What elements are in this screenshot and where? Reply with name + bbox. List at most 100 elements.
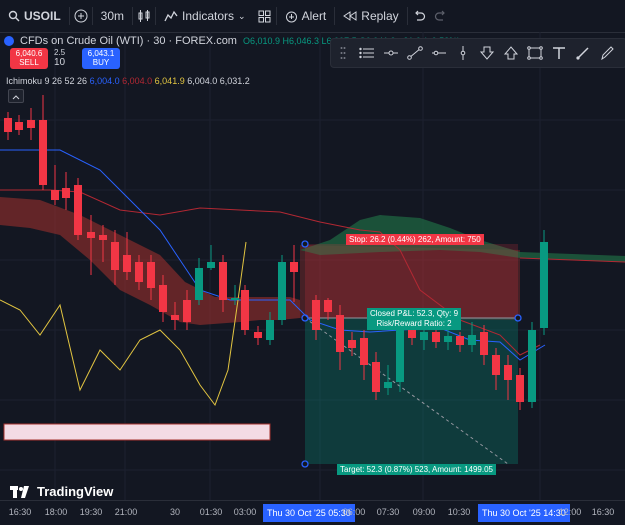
candle-body [432, 332, 440, 342]
grid-icon [258, 10, 271, 22]
alarm-clock-icon [285, 11, 297, 22]
replay-label: Replay [361, 9, 399, 23]
symbol-description: CFDs on Crude Oil (WTI) · 30 · FOREX.com [20, 35, 237, 47]
candle-body [123, 255, 131, 272]
templates-button[interactable] [254, 5, 276, 27]
trend-line-tool[interactable] [403, 40, 427, 66]
buy-price: 6,043.1 [87, 49, 115, 58]
interval-button[interactable]: 30m [93, 0, 132, 32]
candle-body [39, 120, 47, 185]
ichimoku-value: 6,031.2 [219, 76, 250, 86]
candle-body [99, 235, 107, 240]
indicators-label: Indicators [182, 9, 235, 23]
alert-button[interactable]: Alert [277, 0, 335, 32]
candle-body [456, 336, 464, 345]
redo-icon [434, 10, 445, 21]
collapse-legend-button[interactable] [8, 89, 24, 103]
alert-label: Alert [301, 9, 327, 23]
rectangle-tool[interactable] [523, 40, 547, 66]
candle-body [384, 382, 392, 388]
spread-info: 2.5 10 [54, 48, 65, 68]
candles-icon [138, 10, 150, 22]
tradingview-logo[interactable]: TradingView [10, 484, 113, 499]
candle-body [444, 336, 452, 342]
candle-body [87, 232, 95, 238]
time-tick: 06:00 [342, 507, 366, 517]
undo-button[interactable] [408, 5, 430, 27]
redo-button[interactable] [430, 5, 452, 27]
brush-tool[interactable] [571, 40, 595, 66]
price-chart[interactable] [0, 32, 625, 500]
drag-handle[interactable] [331, 40, 355, 66]
ichimoku-cloud-bearish [0, 197, 300, 325]
candle-body [27, 120, 35, 128]
arrow-up-icon [503, 46, 519, 60]
chart-type-button[interactable] [133, 5, 155, 27]
candle-body [480, 332, 488, 355]
candle-body [336, 315, 344, 352]
ichimoku-legend[interactable]: Ichimoku 9 26 52 26 6,004.0 6,004.0 6,04… [6, 76, 250, 86]
tradingview-logo-icon [10, 485, 29, 498]
arrow-down-icon [479, 46, 495, 60]
vertical-line-tool[interactable] [451, 40, 475, 66]
closed-pl-text: Closed P&L: 52.3, Qty: 9 [370, 309, 459, 318]
replay-button[interactable]: Replay [335, 0, 406, 32]
candle-body [396, 330, 404, 382]
horizontal-line-tool[interactable] [427, 40, 451, 66]
candle-body [4, 118, 12, 132]
trend-line-icon [407, 46, 423, 60]
quantity-value: 10 [54, 57, 66, 68]
buy-button[interactable]: 6,043.1 BUY [82, 48, 120, 69]
object-tree-button[interactable] [355, 40, 379, 66]
candle-body [74, 185, 82, 235]
compare-symbol-button[interactable] [70, 5, 92, 27]
candle-body [135, 262, 143, 282]
buy-label: BUY [92, 58, 110, 67]
candle-body [528, 330, 536, 402]
time-tick: 03:00 [233, 507, 257, 517]
arrow-up-tool[interactable] [499, 40, 523, 66]
candle-body [290, 262, 298, 272]
arrow-down-tool[interactable] [475, 40, 499, 66]
candle-body [324, 300, 332, 312]
time-tick: 01:30 [199, 507, 223, 517]
rectangle-icon [527, 46, 543, 60]
candle-body [254, 332, 262, 338]
time-axis[interactable]: 16:30 18:00 19:30 21:00 30 01:30 03:00 T… [0, 500, 625, 525]
candle-body [360, 338, 368, 365]
ichimoku-value: 6,004.0 [187, 76, 218, 86]
sell-button[interactable]: 6,040.6 SELL [10, 48, 48, 69]
time-tick: 19:30 [79, 507, 103, 517]
time-tick: 16:30 [591, 507, 615, 517]
indicators-icon [164, 10, 178, 22]
closed-pl-label[interactable]: Closed P&L: 52.3, Qty: 9 Risk/Reward Rat… [367, 308, 462, 330]
time-tick: 18:00 [44, 507, 68, 517]
symbol-search[interactable]: USOIL [0, 0, 69, 32]
time-tick: 30 [169, 507, 181, 517]
time-tick: 12:00 [558, 507, 582, 517]
drawing-toolbar [330, 38, 625, 68]
pencil-icon [601, 46, 614, 60]
chevron-down-icon: ⌄ [238, 10, 246, 21]
text-icon [553, 47, 565, 59]
candle-body [51, 190, 59, 200]
search-icon [8, 10, 20, 22]
candle-body [492, 355, 500, 375]
pencil-tool[interactable] [595, 40, 619, 66]
ichimoku-value: 6,004.0 [89, 76, 120, 86]
candle-body [219, 262, 227, 300]
candle-body [171, 315, 179, 320]
text-tool[interactable] [547, 40, 571, 66]
candle-body [540, 242, 548, 328]
candle-body [516, 375, 524, 402]
candle-body [147, 262, 155, 288]
stop-loss-label[interactable]: Stop: 26.2 (0.44%) 262, Amount: 750 [346, 234, 484, 245]
indicators-button[interactable]: Indicators ⌄ [156, 0, 254, 32]
take-profit-label[interactable]: Target: 52.3 (0.87%) 523, Amount: 1499.0… [337, 464, 496, 475]
symbol-logo-icon [4, 36, 14, 46]
undo-icon [414, 10, 425, 21]
horizontal-ray-tool[interactable] [379, 40, 403, 66]
sell-price: 6,040.6 [15, 49, 43, 58]
symbol-label: USOIL [24, 9, 61, 23]
time-tick: 21:00 [114, 507, 138, 517]
